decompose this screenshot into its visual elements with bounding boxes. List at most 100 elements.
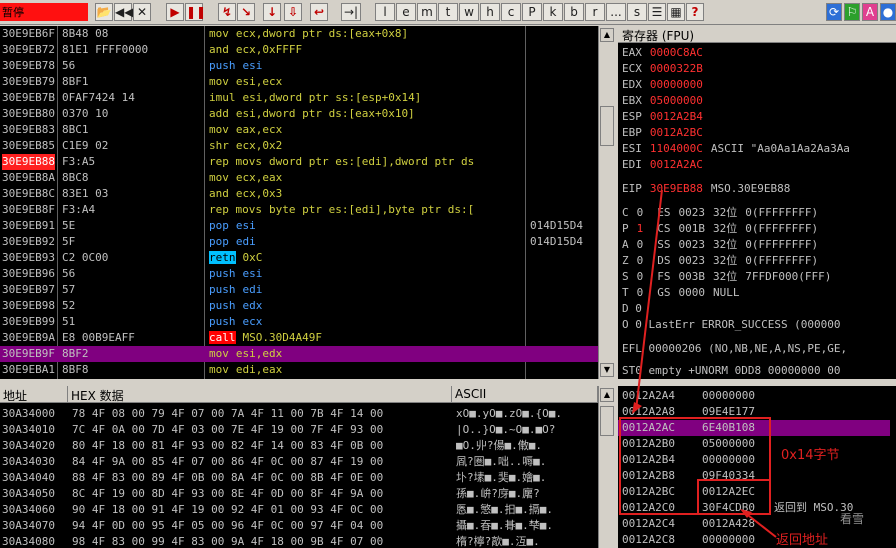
flag-icon[interactable]: ⚐ bbox=[844, 3, 860, 21]
disasm-row[interactable]: 30E9EB96 56 push esi bbox=[0, 266, 598, 282]
disasm-row[interactable]: 30E9EB8C 83E1 03 and ecx,0x3 bbox=[0, 186, 598, 202]
register-edi[interactable]: EDI 0012A2AC bbox=[622, 158, 711, 172]
registers-panel[interactable]: 寄存器 (FPU) EAX 0000C8AC ECX 0000322B EDX 00000… bbox=[618, 26, 896, 379]
st0-row[interactable]: ST0 empty +UNORM 0DD8 00000000 00 bbox=[622, 364, 841, 378]
dump-header-hex[interactable]: HEX 数据 bbox=[68, 386, 452, 403]
register-name: EIP bbox=[622, 182, 642, 195]
flag-v: 1 bbox=[636, 222, 644, 235]
register-ebp[interactable]: EBP 0012A2BC bbox=[622, 126, 711, 140]
disasm-row[interactable]: 30E9EB9F 8BF2 mov esi,edx bbox=[0, 346, 598, 362]
dump-row[interactable]: 30A34040 88 4F 83 00 89 4F 0B 00 8A 4F 0C… bbox=[2, 470, 546, 486]
trace-into-button[interactable]: ↓ bbox=[263, 3, 281, 21]
disasm-hex: F3:A5 bbox=[62, 155, 96, 168]
stack-value: 0012A428 bbox=[702, 517, 755, 530]
disasm-row[interactable]: 30E9EB79 8BF1 mov esi,ecx bbox=[0, 74, 598, 90]
pause-button[interactable]: ❚❚ bbox=[185, 3, 206, 21]
dump-row[interactable]: 30A34000 78 4F 08 00 79 4F 07 00 7A 4F 11… bbox=[2, 406, 562, 422]
disasm-opcode: mov bbox=[209, 75, 229, 88]
dump-row[interactable]: 30A34050 8C 4F 19 00 8D 4F 93 00 8E 4F 0D… bbox=[2, 486, 540, 502]
disasm-row[interactable]: 30E9EB85 C1E9 02 shr ecx,0x2 bbox=[0, 138, 598, 154]
window-w-button[interactable]: w bbox=[459, 3, 479, 21]
disasm-row[interactable]: 30E9EB93 C2 0C00 retn 0xC bbox=[0, 250, 598, 266]
disasm-addr: 30E9EB8A bbox=[2, 171, 55, 184]
disasm-row[interactable]: 30E9EB80 0370 10 add esi,dword ptr ds:[eax+… bbox=[0, 106, 598, 122]
dump-row[interactable]: 30A34020 80 4F 18 00 81 4F 93 00 82 4F 14… bbox=[2, 438, 542, 454]
disasm-row[interactable]: 30E9EBA1 8BF8 mov edi,eax bbox=[0, 362, 598, 378]
dump-scrollbar[interactable]: ▲ bbox=[598, 386, 616, 548]
flag-d[interactable]: D 0 bbox=[622, 302, 642, 316]
circle-icon[interactable]: ● bbox=[880, 3, 896, 21]
disasm-row[interactable]: 30E9EB7B 0FAF7424 14 imul esi,dword ptr ss:… bbox=[0, 90, 598, 106]
execute-till-return-button[interactable]: ↩ bbox=[310, 3, 328, 21]
dump-row[interactable]: 30A34080 98 4F 83 00 99 4F 83 00 9A 4F 18… bbox=[2, 534, 540, 548]
window-c-button[interactable]: c bbox=[501, 3, 521, 21]
register-note: ASCII "Aa0Aa1Aa2Aa3Aa bbox=[710, 142, 850, 155]
flag-row[interactable]: A 0 SS 0023 32位 0(FFFFFFFF) bbox=[622, 238, 818, 252]
run-button[interactable]: ▶ bbox=[166, 3, 184, 21]
dump-row[interactable]: 30A34030 84 4F 9A 00 85 4F 07 00 86 4F 0C… bbox=[2, 454, 546, 470]
disasm-addr: 30E9EB91 bbox=[2, 219, 55, 232]
disasm-hex: E8 00B9EAFF bbox=[62, 331, 135, 344]
flag-row[interactable]: Z 0 DS 0023 32位 0(FFFFFFFF) bbox=[622, 254, 818, 268]
window-r-button[interactable]: r bbox=[585, 3, 605, 21]
a-icon[interactable]: A bbox=[862, 3, 878, 21]
trace-over-button[interactable]: ⇩ bbox=[284, 3, 302, 21]
dump-header-addr[interactable]: 地址 bbox=[0, 386, 68, 403]
window-m-button[interactable]: m bbox=[417, 3, 437, 21]
window-k-button[interactable]: k bbox=[543, 3, 563, 21]
disasm-row[interactable]: 30E9EB98 52 push edx bbox=[0, 298, 598, 314]
disasm-row[interactable]: 30E9EB78 56 push esi bbox=[0, 58, 598, 74]
disasm-row[interactable]: 30E9EB97 57 push edi bbox=[0, 282, 598, 298]
window-b-button[interactable]: b bbox=[564, 3, 584, 21]
disasm-row[interactable]: 30E9EB8F F3:A4 rep movs byte ptr es:[edi],b… bbox=[0, 202, 598, 218]
efl-row[interactable]: EFL 00000206 (NO,NB,NE,A,NS,PE,GE, bbox=[622, 342, 847, 356]
register-ecx[interactable]: ECX 0000322B bbox=[622, 62, 711, 76]
register-esp[interactable]: ESP 0012A2B4 bbox=[622, 110, 711, 124]
dump-panel[interactable]: 地址 HEX 数据 ASCII 30A34000 78 4F 08 00 79 4… bbox=[0, 386, 598, 548]
rewind-button[interactable]: ◀◀ bbox=[114, 3, 133, 21]
disasm-panel[interactable]: 30E9EB6F 8B48 08 mov ecx,dword ptr ds:[eax+… bbox=[0, 26, 598, 379]
register-eax[interactable]: EAX 0000C8AC bbox=[622, 46, 711, 60]
disasm-row[interactable]: 30E9EB91 5E pop esi 014D15D4 bbox=[0, 218, 598, 234]
open-icon[interactable]: 📂 bbox=[95, 3, 113, 21]
stack-row[interactable]: 0012A2A4 00000000 bbox=[618, 388, 890, 404]
flag-row[interactable]: T 0 GS 0000 NULL bbox=[622, 286, 748, 300]
register-eip[interactable]: EIP 30E9EB88 MSO.30E9EB88 bbox=[622, 182, 790, 196]
dump-row[interactable]: 30A34060 90 4F 18 00 91 4F 19 00 92 4F 01… bbox=[2, 502, 553, 518]
disasm-row[interactable]: 30E9EB8A 8BC8 mov ecx,eax bbox=[0, 170, 598, 186]
register-edx[interactable]: EDX 00000000 bbox=[622, 78, 711, 92]
disasm-row[interactable]: 30E9EB99 51 push ecx bbox=[0, 314, 598, 330]
window-s-button[interactable]: s bbox=[627, 3, 647, 21]
flag-row[interactable]: S 0 FS 003B 32位 7FFDF000(FFF) bbox=[622, 270, 831, 284]
window-l-button[interactable]: l bbox=[375, 3, 395, 21]
disasm-row[interactable]: 30E9EB92 5F pop edi 014D15D4 bbox=[0, 234, 598, 250]
step-over-button[interactable]: ↘ bbox=[237, 3, 255, 21]
goto-button[interactable]: →| bbox=[341, 3, 361, 21]
step-into-button[interactable]: ↯ bbox=[218, 3, 236, 21]
flag-row[interactable]: C 0 ES 0023 32位 0(FFFFFFFF) bbox=[622, 206, 818, 220]
register-ebx[interactable]: EBX 05000000 bbox=[622, 94, 711, 108]
dump-row[interactable]: 30A34070 94 4F 0D 00 95 4F 05 00 96 4F 0C… bbox=[2, 518, 553, 534]
disasm-row[interactable]: 30E9EB6F 8B48 08 mov ecx,dword ptr ds:[eax+… bbox=[0, 26, 598, 42]
disasm-row[interactable]: 30E9EB83 8BC1 mov eax,ecx bbox=[0, 122, 598, 138]
window-p-button[interactable]: P bbox=[522, 3, 542, 21]
window-e-button[interactable]: e bbox=[396, 3, 416, 21]
disasm-row[interactable]: 30E9EB9A E8 00B9EAFF call MSO.30D4A49F bbox=[0, 330, 598, 346]
window-t-button[interactable]: t bbox=[438, 3, 458, 21]
grid-icon[interactable]: ▦ bbox=[667, 3, 685, 21]
disasm-row[interactable]: 30E9EB88 F3:A5 rep movs dword ptr es:[edi],… bbox=[0, 154, 598, 170]
window-dots-button[interactable]: ... bbox=[606, 3, 626, 21]
disasm-scrollbar[interactable]: ▲ ▼ bbox=[598, 26, 616, 379]
help-icon[interactable]: ? bbox=[686, 3, 704, 21]
stack-row[interactable]: 0012A2C8 00000000 bbox=[618, 532, 890, 548]
register-esi[interactable]: ESI 1104000C ASCII "Aa0Aa1Aa2Aa3Aa bbox=[622, 142, 850, 156]
dump-header-ascii[interactable]: ASCII bbox=[452, 386, 598, 403]
flag-row[interactable]: P 1 CS 001B 32位 0(FFFFFFFF) bbox=[622, 222, 818, 236]
disasm-row[interactable]: 30E9EB72 81E1 FFFF0000 and ecx,0xFFFF bbox=[0, 42, 598, 58]
refresh-icon[interactable]: ⟳ bbox=[826, 3, 842, 21]
close-button[interactable]: ✕ bbox=[133, 3, 151, 21]
window-h-button[interactable]: h bbox=[480, 3, 500, 21]
dump-row[interactable]: 30A34010 7C 4F 0A 00 7D 4F 03 00 7E 4F 19… bbox=[2, 422, 555, 438]
list-icon[interactable]: ☰ bbox=[648, 3, 666, 21]
lasterr-row[interactable]: O 0 LastErr ERROR_SUCCESS (000000 bbox=[622, 318, 841, 332]
